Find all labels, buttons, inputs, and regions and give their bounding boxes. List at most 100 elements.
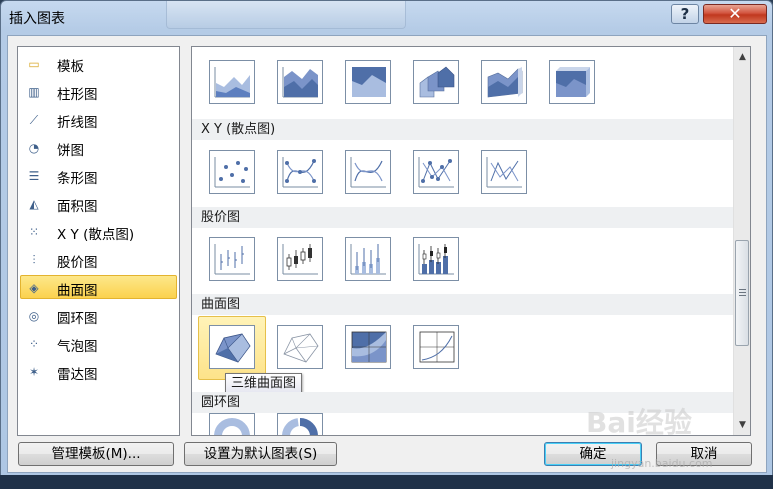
- stacked-area-chart-icon: [282, 67, 318, 98]
- 3d-area-chart-icon: [419, 66, 455, 98]
- category-item[interactable]: ◭ 面积图: [20, 191, 177, 215]
- category-item[interactable]: ⫶ 股价图: [20, 247, 177, 271]
- column-chart-icon: ▥: [28, 85, 40, 99]
- chart-gallery[interactable]: X Y (散点图) 股价图 曲面图 三维曲面图 圆环图 ▲ ▼: [191, 46, 751, 436]
- category-item[interactable]: ◈ 曲面图: [20, 275, 177, 299]
- category-item[interactable]: ◎ 圆环图: [20, 303, 177, 327]
- category-item[interactable]: ▭ 模板: [20, 51, 177, 75]
- bar-chart-icon: ☰: [28, 169, 40, 183]
- scatter-smooth-lines-icon: [350, 157, 386, 188]
- stock-vhlc-thumb[interactable]: [345, 237, 391, 281]
- scatter-straight-lines-icon: [486, 157, 522, 188]
- stock-hlc-icon: [214, 244, 250, 275]
- stock-ohlc-icon: [282, 244, 318, 275]
- surface-chart-icon: ◈: [29, 281, 39, 295]
- category-item[interactable]: ☰ 条形图: [20, 163, 177, 187]
- doughnut-chart-icon: ◎: [28, 309, 40, 323]
- section-header-surface: 曲面图: [192, 294, 733, 315]
- percent-area-chart-icon: [352, 67, 386, 97]
- grip-line: [739, 289, 746, 290]
- category-item[interactable]: ⟋ 折线图: [20, 107, 177, 131]
- exploded-doughnut-icon: [282, 418, 318, 435]
- scrollbar-thumb[interactable]: [735, 240, 749, 346]
- scroll-up-arrow-icon[interactable]: ▲: [734, 49, 750, 66]
- 3d-percent-area-chart-thumb[interactable]: [549, 60, 595, 104]
- wireframe-3d-surface-thumb[interactable]: [277, 325, 323, 369]
- category-item[interactable]: ◔ 饼图: [20, 135, 177, 159]
- help-button[interactable]: ?: [671, 4, 699, 24]
- category-label: X Y (散点图): [57, 227, 135, 243]
- wireframe-contour-thumb[interactable]: [413, 325, 459, 369]
- scatter-straight-markers-thumb[interactable]: [413, 150, 459, 194]
- section-header-scatter: X Y (散点图): [192, 119, 733, 140]
- watermark-logo: Bai经验: [586, 406, 692, 439]
- scatter-markers-thumb[interactable]: [209, 150, 255, 194]
- area-chart-icon: ◭: [29, 197, 39, 211]
- dialog-title: 插入图表: [9, 11, 65, 27]
- category-label: 饼图: [57, 143, 84, 159]
- stock-vhlc-icon: [350, 244, 386, 275]
- doughnut-thumb[interactable]: [209, 413, 255, 435]
- title-glass-decoration: [166, 1, 406, 29]
- 3d-area-chart-thumb[interactable]: [413, 60, 459, 104]
- stock-chart-icon: ⫶: [32, 253, 36, 267]
- watermark-url: jingyan.baidu.com: [611, 457, 713, 470]
- category-label: 面积图: [57, 199, 98, 215]
- scatter-smooth-markers-icon: [282, 157, 318, 188]
- exploded-doughnut-thumb[interactable]: [277, 413, 323, 435]
- scatter-smooth-lines-thumb[interactable]: [345, 150, 391, 194]
- grip-line: [739, 292, 746, 293]
- scatter-chart-icon: [214, 157, 250, 188]
- category-label: 股价图: [57, 255, 98, 271]
- stock-ohlc-thumb[interactable]: [277, 237, 323, 281]
- section-header-stock: 股价图: [192, 207, 733, 228]
- category-item[interactable]: ✶ 雷达图: [20, 359, 177, 383]
- grip-line: [739, 295, 746, 296]
- area-chart-thumb[interactable]: [209, 60, 255, 104]
- set-default-chart-button[interactable]: 设置为默认图表(S): [184, 442, 337, 466]
- category-label: 模板: [57, 59, 84, 75]
- wireframe-contour-icon: [419, 331, 455, 363]
- category-label: 折线图: [57, 115, 98, 131]
- manage-templates-button[interactable]: 管理模板(M)...: [18, 442, 174, 466]
- category-item[interactable]: ⁘ 气泡图: [20, 331, 177, 355]
- scatter-chart-icon: ⁙: [28, 225, 40, 239]
- 3d-stacked-area-chart-thumb[interactable]: [481, 60, 527, 104]
- 3d-surface-icon: [215, 333, 251, 363]
- bubble-chart-icon: ⁘: [28, 337, 40, 351]
- contour-thumb[interactable]: [345, 325, 391, 369]
- scatter-straight-lines-thumb[interactable]: [481, 150, 527, 194]
- insert-chart-dialog: 插入图表 ? ✕ ▭ 模板 ▥ 柱形图 ⟋ 折线图 ◔ 饼图 ☰ 条形图 ◭ 面积图 ⁙ X Y (散点图…: [0, 0, 773, 489]
- folder-icon: ▭: [28, 57, 40, 71]
- category-item[interactable]: ⁙ X Y (散点图): [20, 219, 177, 243]
- category-item[interactable]: ▥ 柱形图: [20, 79, 177, 103]
- category-label: 圆环图: [57, 311, 98, 327]
- percent-area-chart-thumb[interactable]: [345, 60, 391, 104]
- contour-icon: [351, 331, 387, 363]
- wireframe-3d-surface-icon: [283, 333, 319, 363]
- radar-chart-icon: ✶: [28, 365, 40, 379]
- chart-category-list[interactable]: ▭ 模板 ▥ 柱形图 ⟋ 折线图 ◔ 饼图 ☰ 条形图 ◭ 面积图 ⁙ X Y (散点图) ⫶ 股价图 ◈ 曲面图…: [17, 46, 180, 436]
- stock-hlc-thumb[interactable]: [209, 237, 255, 281]
- category-label: 曲面图: [57, 283, 98, 299]
- background-taskbar: [0, 475, 773, 489]
- category-label: 柱形图: [57, 87, 98, 103]
- category-label: 条形图: [57, 171, 98, 187]
- category-label: 雷达图: [57, 367, 98, 383]
- 3d-surface-thumb[interactable]: [209, 325, 255, 369]
- doughnut-icon: [214, 418, 250, 435]
- category-label: 气泡图: [57, 339, 98, 355]
- gallery-scrollbar[interactable]: ▲ ▼: [733, 47, 750, 435]
- scatter-smooth-markers-thumb[interactable]: [277, 150, 323, 194]
- stock-vohlc-icon: [418, 244, 454, 275]
- stacked-area-chart-thumb[interactable]: [277, 60, 323, 104]
- scatter-straight-markers-icon: [418, 157, 454, 188]
- 3d-stacked-area-chart-icon: [487, 67, 523, 98]
- stock-vohlc-thumb[interactable]: [413, 237, 459, 281]
- section-header-doughnut-label: 圆环图: [201, 395, 241, 410]
- scroll-down-arrow-icon[interactable]: ▼: [734, 417, 750, 434]
- close-button[interactable]: ✕: [703, 4, 767, 24]
- 3d-percent-area-chart-icon: [556, 67, 590, 97]
- pie-chart-icon: ◔: [28, 141, 40, 155]
- title-bar[interactable]: 插入图表 ? ✕: [1, 1, 772, 35]
